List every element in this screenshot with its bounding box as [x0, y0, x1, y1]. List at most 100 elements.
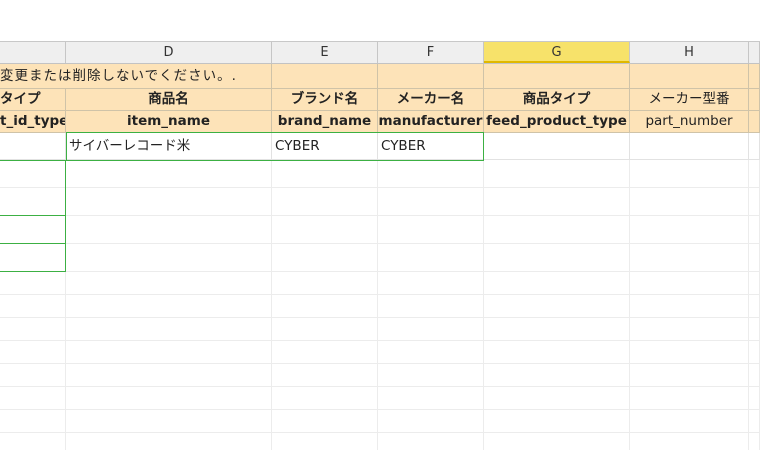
- empty-cell[interactable]: [630, 160, 749, 188]
- empty-cell[interactable]: [66, 318, 272, 341]
- empty-cell[interactable]: [749, 272, 760, 295]
- empty-cell[interactable]: [749, 244, 760, 272]
- empty-cell[interactable]: [378, 364, 484, 387]
- cell-part-number[interactable]: [630, 133, 749, 160]
- empty-cell[interactable]: [749, 364, 760, 387]
- empty-cell[interactable]: [484, 410, 630, 433]
- header-field-d[interactable]: item_name: [66, 111, 272, 133]
- empty-cell[interactable]: [484, 295, 630, 318]
- empty-cell[interactable]: [272, 433, 378, 450]
- empty-cell[interactable]: [66, 160, 272, 188]
- empty-cell[interactable]: [484, 364, 630, 387]
- cell-i[interactable]: [749, 133, 760, 160]
- empty-cell[interactable]: [630, 341, 749, 364]
- empty-cell[interactable]: [378, 295, 484, 318]
- notice-cell-i[interactable]: [749, 64, 760, 89]
- header-field-e[interactable]: brand_name: [272, 111, 378, 133]
- empty-cell[interactable]: [484, 341, 630, 364]
- empty-cell[interactable]: [272, 160, 378, 188]
- header-jp-g[interactable]: 商品タイプ: [484, 89, 630, 111]
- empty-cell[interactable]: [0, 318, 66, 341]
- cell-c[interactable]: [0, 133, 66, 160]
- empty-cell[interactable]: [484, 244, 630, 272]
- header-jp-e[interactable]: ブランド名: [272, 89, 378, 111]
- header-jp-i[interactable]: [749, 89, 760, 111]
- cell-feed-product-type[interactable]: [484, 133, 630, 160]
- empty-cell[interactable]: [484, 216, 630, 244]
- empty-cell[interactable]: [749, 216, 760, 244]
- empty-cell[interactable]: [749, 318, 760, 341]
- empty-cell[interactable]: [378, 216, 484, 244]
- empty-cell[interactable]: [66, 188, 272, 216]
- header-field-h[interactable]: part_number: [630, 111, 749, 133]
- empty-cell[interactable]: [0, 160, 66, 188]
- header-jp-d[interactable]: 商品名: [66, 89, 272, 111]
- empty-cell[interactable]: [66, 410, 272, 433]
- empty-cell[interactable]: [630, 410, 749, 433]
- empty-cell[interactable]: [0, 341, 66, 364]
- header-field-i[interactable]: [749, 111, 760, 133]
- empty-cell[interactable]: [749, 410, 760, 433]
- notice-cell-f[interactable]: [378, 64, 484, 89]
- empty-cell[interactable]: [749, 387, 760, 410]
- empty-cell[interactable]: [378, 188, 484, 216]
- empty-cell[interactable]: [378, 160, 484, 188]
- empty-cell[interactable]: [630, 272, 749, 295]
- notice-cell-e[interactable]: [272, 64, 378, 89]
- empty-cell[interactable]: [0, 410, 66, 433]
- empty-cell[interactable]: [484, 318, 630, 341]
- header-jp-f[interactable]: メーカー名: [378, 89, 484, 111]
- empty-cell[interactable]: [272, 387, 378, 410]
- empty-cell[interactable]: [66, 433, 272, 450]
- empty-cell[interactable]: [749, 160, 760, 188]
- header-jp-c[interactable]: タイプ: [0, 89, 66, 111]
- empty-cell[interactable]: [378, 341, 484, 364]
- empty-cell[interactable]: [749, 341, 760, 364]
- empty-cell[interactable]: [272, 272, 378, 295]
- empty-cell[interactable]: [378, 387, 484, 410]
- empty-cell[interactable]: [66, 244, 272, 272]
- column-header-f[interactable]: F: [378, 42, 484, 63]
- notice-cell[interactable]: 変更または削除しないでください。.: [0, 64, 272, 89]
- empty-cell[interactable]: [630, 433, 749, 450]
- empty-cell[interactable]: [0, 364, 66, 387]
- empty-cell[interactable]: [272, 410, 378, 433]
- spreadsheet-grid[interactable]: D E F G H 変更または削除しないでください。. タイプ 商品名 ブランド…: [0, 42, 760, 450]
- notice-cell-h[interactable]: [630, 64, 749, 89]
- header-jp-h[interactable]: メーカー型番: [630, 89, 749, 111]
- empty-cell[interactable]: [378, 272, 484, 295]
- empty-cell[interactable]: [66, 216, 272, 244]
- empty-cell[interactable]: [272, 188, 378, 216]
- column-header-d[interactable]: D: [66, 42, 272, 63]
- empty-cell[interactable]: [484, 272, 630, 295]
- header-field-g[interactable]: feed_product_type: [484, 111, 630, 133]
- empty-cell[interactable]: [484, 387, 630, 410]
- empty-cell[interactable]: [630, 244, 749, 272]
- cell-brand-name[interactable]: CYBER: [272, 133, 378, 160]
- header-field-f[interactable]: manufacturer: [378, 111, 484, 133]
- empty-cell[interactable]: [272, 364, 378, 387]
- empty-cell[interactable]: [66, 341, 272, 364]
- empty-cell[interactable]: [630, 387, 749, 410]
- empty-cell[interactable]: [484, 160, 630, 188]
- empty-cell[interactable]: [0, 216, 66, 244]
- empty-cell[interactable]: [0, 433, 66, 450]
- cell-item-name[interactable]: サイバーレコード米: [66, 133, 272, 160]
- empty-cell[interactable]: [378, 318, 484, 341]
- empty-cell[interactable]: [0, 295, 66, 318]
- column-header-e[interactable]: E: [272, 42, 378, 63]
- column-header-i[interactable]: [749, 42, 760, 63]
- notice-cell-g[interactable]: [484, 64, 630, 89]
- empty-cell[interactable]: [749, 295, 760, 318]
- empty-cell[interactable]: [272, 295, 378, 318]
- empty-cell[interactable]: [378, 433, 484, 450]
- empty-cell[interactable]: [378, 244, 484, 272]
- empty-cell[interactable]: [630, 318, 749, 341]
- empty-cell[interactable]: [378, 410, 484, 433]
- empty-cell[interactable]: [0, 244, 66, 272]
- empty-cell[interactable]: [272, 318, 378, 341]
- column-header-c[interactable]: [0, 42, 66, 63]
- empty-cell[interactable]: [630, 295, 749, 318]
- column-header-h[interactable]: H: [630, 42, 749, 63]
- empty-cell[interactable]: [630, 216, 749, 244]
